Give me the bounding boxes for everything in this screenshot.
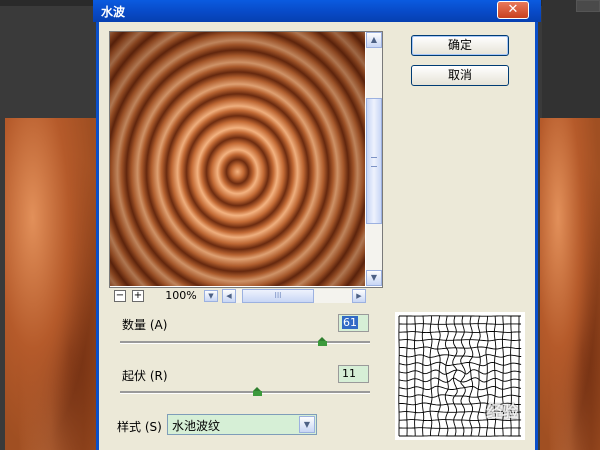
horizontal-scroll-thumb[interactable]: III — [242, 289, 314, 303]
ridges-input[interactable]: 11 — [338, 365, 369, 383]
chevron-right-icon: ▶ — [356, 292, 362, 300]
style-select[interactable]: 水池波纹 ▼ — [167, 414, 317, 435]
ridges-slider-thumb[interactable] — [253, 387, 262, 396]
preview-zoom-bar: − + 100% ▼ ◀ III ▶ — [110, 288, 366, 304]
filter-preview-image[interactable] — [110, 32, 365, 286]
dialog-titlebar[interactable]: 水波 ✕ — [93, 0, 541, 22]
ridges-label: 起伏 (R) — [122, 369, 168, 383]
amount-label: 数量 (A) — [122, 318, 168, 332]
dialog-title: 水波 — [101, 5, 126, 19]
scroll-grip: III — [274, 291, 282, 300]
document-canvas-left — [5, 118, 97, 450]
ridges-value: 11 — [342, 367, 356, 380]
amount-slider-thumb[interactable] — [318, 337, 327, 346]
scroll-left-button[interactable]: ◀ — [222, 289, 236, 303]
zoom-in-icon: + — [133, 290, 143, 301]
style-selected-value: 水池波纹 — [172, 419, 221, 433]
zoom-out-icon: − — [115, 290, 125, 301]
chevron-left-icon: ◀ — [226, 292, 232, 300]
preview-vertical-scrollbar[interactable]: ▲ ▼ — [366, 32, 382, 286]
close-button[interactable]: ✕ — [497, 1, 529, 19]
chevron-down-icon: ▼ — [303, 420, 311, 429]
zoom-dropdown-button[interactable]: ▼ — [204, 290, 218, 302]
zoom-level: 100% — [165, 289, 197, 302]
chevron-up-icon: ▲ — [370, 35, 378, 44]
zoom-in-button[interactable]: + — [132, 290, 144, 302]
scroll-right-button[interactable]: ▶ — [352, 289, 366, 303]
watermark-text: 经验 — [486, 402, 519, 421]
amount-slider-track[interactable] — [120, 341, 370, 344]
scroll-down-button[interactable]: ▼ — [366, 270, 382, 286]
preview-shading — [110, 32, 365, 286]
chevron-down-icon: ▼ — [208, 292, 214, 300]
panel-tab[interactable] — [576, 0, 600, 12]
vertical-scroll-thumb[interactable] — [366, 98, 382, 224]
ridges-slider-track[interactable] — [120, 391, 370, 394]
preview-horizontal-scrollbar[interactable]: ◀ III ▶ — [222, 289, 366, 303]
ok-button[interactable]: 确定 — [411, 35, 509, 56]
workspace-right-panel — [542, 0, 600, 118]
document-canvas-right — [540, 118, 600, 450]
amount-input[interactable]: 61 — [338, 314, 369, 332]
style-dropdown-button[interactable]: ▼ — [299, 416, 315, 433]
scroll-grip — [371, 157, 377, 167]
chevron-down-icon: ▼ — [370, 273, 378, 282]
zoom-out-button[interactable]: − — [114, 290, 126, 302]
style-label: 样式 (S) — [117, 420, 162, 434]
scroll-up-button[interactable]: ▲ — [366, 32, 382, 48]
amount-value: 61 — [342, 316, 358, 329]
close-icon: ✕ — [507, 2, 519, 17]
cancel-button[interactable]: 取消 — [411, 65, 509, 86]
